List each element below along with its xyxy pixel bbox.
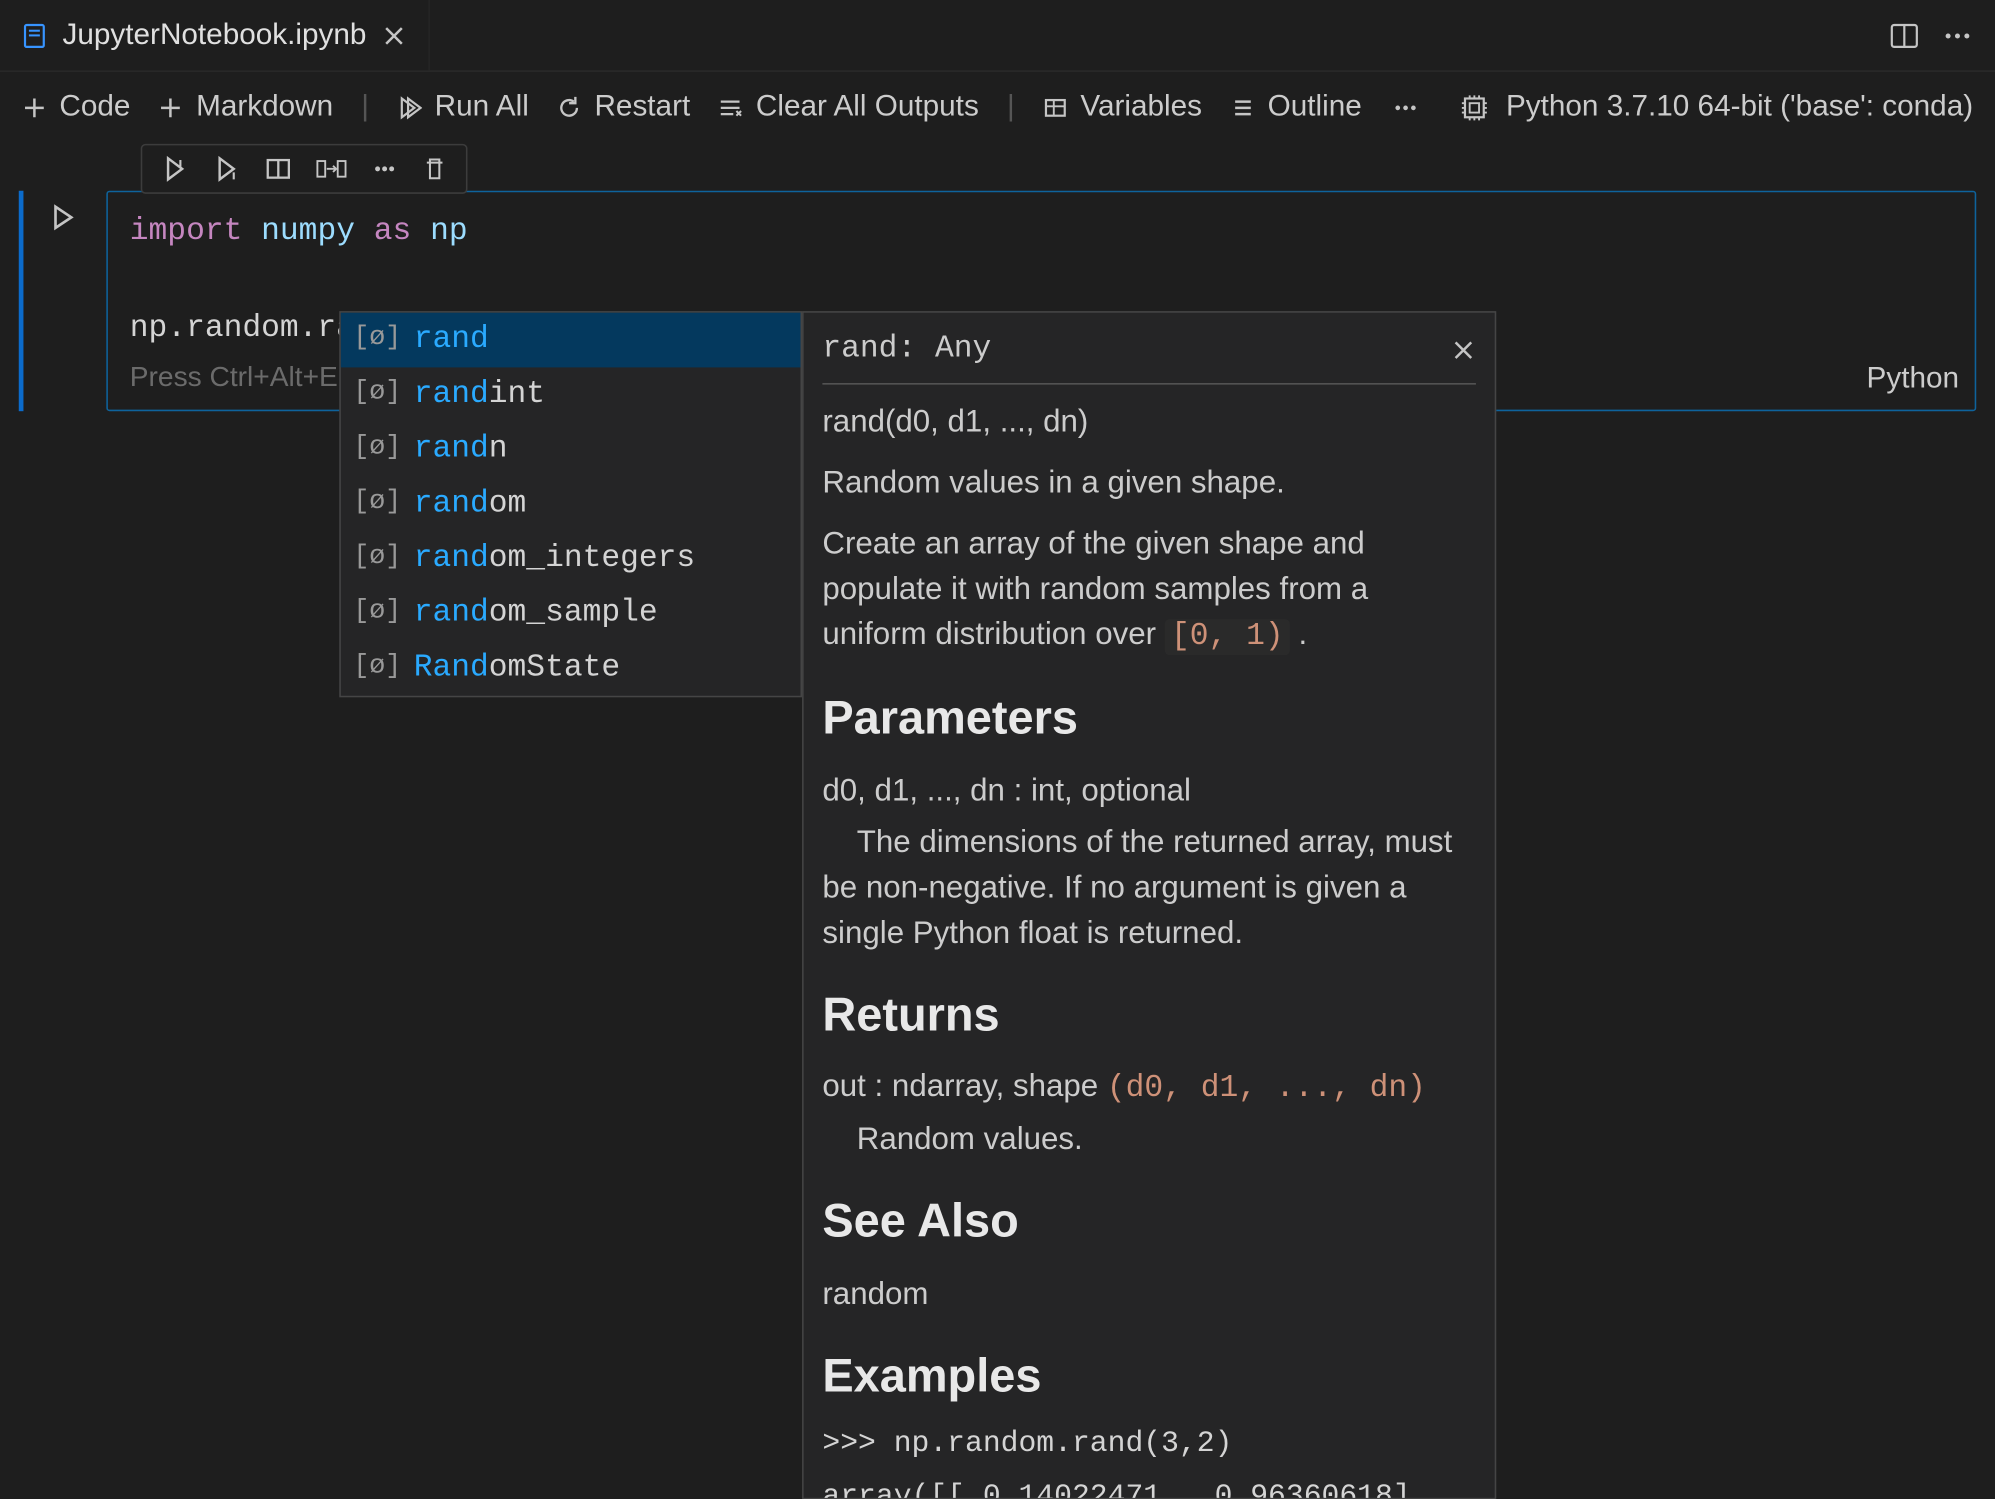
symbol-icon: [ø] xyxy=(353,319,401,360)
symbol-icon: [ø] xyxy=(353,538,401,579)
variables-button[interactable]: Variables xyxy=(1043,91,1202,125)
split-cell-icon[interactable] xyxy=(258,152,299,186)
suggestion-item[interactable]: [ø]RandomState xyxy=(341,641,801,696)
plus-icon xyxy=(159,95,184,120)
suggestion-item[interactable]: [ø]rand xyxy=(341,313,801,368)
plus-icon xyxy=(22,95,47,120)
kernel-picker[interactable]: Python 3.7.10 64-bit ('base': conda) xyxy=(1459,91,1973,125)
editor-title-actions xyxy=(1889,20,1995,51)
variables-icon xyxy=(1043,95,1068,120)
doc-heading-seealso: See Also xyxy=(822,1188,1476,1256)
add-code-cell-button[interactable]: Code xyxy=(22,91,131,125)
diff-icon[interactable] xyxy=(310,152,354,186)
delete-cell-icon[interactable] xyxy=(416,152,454,186)
toolbar-more-icon[interactable] xyxy=(1390,92,1421,123)
doc-heading-examples: Examples xyxy=(822,1342,1476,1410)
add-markdown-label: Markdown xyxy=(196,91,333,125)
run-all-label: Run All xyxy=(435,91,529,125)
code-line-blank xyxy=(130,256,1953,304)
intellisense-doc-panel: rand: Any rand(d0, d1, ..., dn) Random v… xyxy=(802,311,1496,1499)
kernel-label: Python 3.7.10 64-bit ('base': conda) xyxy=(1506,91,1973,125)
suggestion-item[interactable]: [ø]random xyxy=(341,477,801,532)
cell-language-label[interactable]: Python xyxy=(1867,357,1959,403)
doc-params-line: d0, d1, ..., dn : int, optional xyxy=(822,768,1476,813)
restart-icon xyxy=(557,95,582,120)
run-all-icon xyxy=(397,95,422,120)
symbol-icon: [ø] xyxy=(353,593,401,634)
tab-title: JupyterNotebook.ipynb xyxy=(63,18,367,52)
doc-heading-parameters: Parameters xyxy=(822,685,1476,753)
restart-button[interactable]: Restart xyxy=(557,91,690,125)
symbol-icon: [ø] xyxy=(353,648,401,689)
cells-container: import numpy as np np.random.rand Press … xyxy=(0,144,1995,411)
split-editor-icon[interactable] xyxy=(1889,20,1920,51)
code-line: import numpy as np xyxy=(130,208,1953,256)
clear-outputs-button[interactable]: Clear All Outputs xyxy=(718,91,978,125)
doc-example-line: >>> np.random.rand(3,2) xyxy=(822,1423,1476,1466)
suggestion-item[interactable]: [ø]randn xyxy=(341,422,801,477)
restart-label: Restart xyxy=(594,91,690,125)
close-icon[interactable] xyxy=(1451,337,1476,362)
outline-button[interactable]: Outline xyxy=(1230,91,1362,125)
doc-returns-line: out : ndarray, shape (d0, d1, ..., dn) xyxy=(822,1065,1476,1112)
run-all-button[interactable]: Run All xyxy=(397,91,529,125)
add-code-label: Code xyxy=(59,91,130,125)
notebook-toolbar: Code Markdown | Run All Restart Clear Al xyxy=(0,72,1995,144)
code-cell: import numpy as np np.random.rand Press … xyxy=(19,191,1976,411)
tab-jupyter-notebook[interactable]: JupyterNotebook.ipynb xyxy=(0,0,430,70)
cell-toolbar xyxy=(141,144,468,194)
doc-heading-returns: Returns xyxy=(822,981,1476,1049)
add-markdown-cell-button[interactable]: Markdown xyxy=(159,91,334,125)
doc-signature: rand: Any xyxy=(822,325,991,373)
toolbar-separator: | xyxy=(361,91,369,125)
suggestion-item[interactable]: [ø]random_integers xyxy=(341,532,801,587)
symbol-icon: [ø] xyxy=(353,374,401,415)
code-editor[interactable]: import numpy as np np.random.rand Press … xyxy=(106,191,1976,411)
more-actions-icon[interactable] xyxy=(1942,20,1973,51)
outline-icon xyxy=(1230,95,1255,120)
doc-params-desc: The dimensions of the returned array, mu… xyxy=(822,820,1476,956)
notebook-file-icon xyxy=(22,23,47,48)
toolbar-separator: | xyxy=(1007,91,1015,125)
variables-label: Variables xyxy=(1080,91,1202,125)
suggestion-item[interactable]: [ø]random_sample xyxy=(341,586,801,641)
doc-call: rand(d0, d1, ..., dn) xyxy=(822,400,1476,445)
suggestion-item[interactable]: [ø]randint xyxy=(341,367,801,422)
run-cell-icon[interactable] xyxy=(155,152,196,186)
doc-body[interactable]: rand(d0, d1, ..., dn) Random values in a… xyxy=(804,400,1495,1499)
run-cell-gutter-icon[interactable] xyxy=(48,203,76,231)
doc-seealso: random xyxy=(822,1272,1476,1317)
cell-gutter xyxy=(19,191,107,411)
outline-label: Outline xyxy=(1268,91,1362,125)
clear-outputs-label: Clear All Outputs xyxy=(756,91,979,125)
symbol-icon: [ø] xyxy=(353,429,401,470)
doc-desc: Create an array of the given shape and p… xyxy=(822,522,1476,660)
kernel-icon xyxy=(1459,92,1490,123)
intellisense-suggest: [ø]rand[ø]randint[ø]randn[ø]random[ø]ran… xyxy=(339,311,802,697)
close-icon[interactable] xyxy=(382,23,407,48)
clear-outputs-icon xyxy=(718,95,743,120)
tabs: JupyterNotebook.ipynb xyxy=(0,0,430,70)
doc-summary: Random values in a given shape. xyxy=(822,461,1476,506)
doc-example-line: array([[ 0.14022471, 0.96360618], xyxy=(822,1475,1476,1499)
run-by-line-icon[interactable] xyxy=(206,152,247,186)
doc-returns-desc: Random values. xyxy=(822,1118,1476,1163)
symbol-icon: [ø] xyxy=(353,484,401,525)
tab-bar: JupyterNotebook.ipynb xyxy=(0,0,1995,72)
cell-more-icon[interactable] xyxy=(364,152,405,186)
